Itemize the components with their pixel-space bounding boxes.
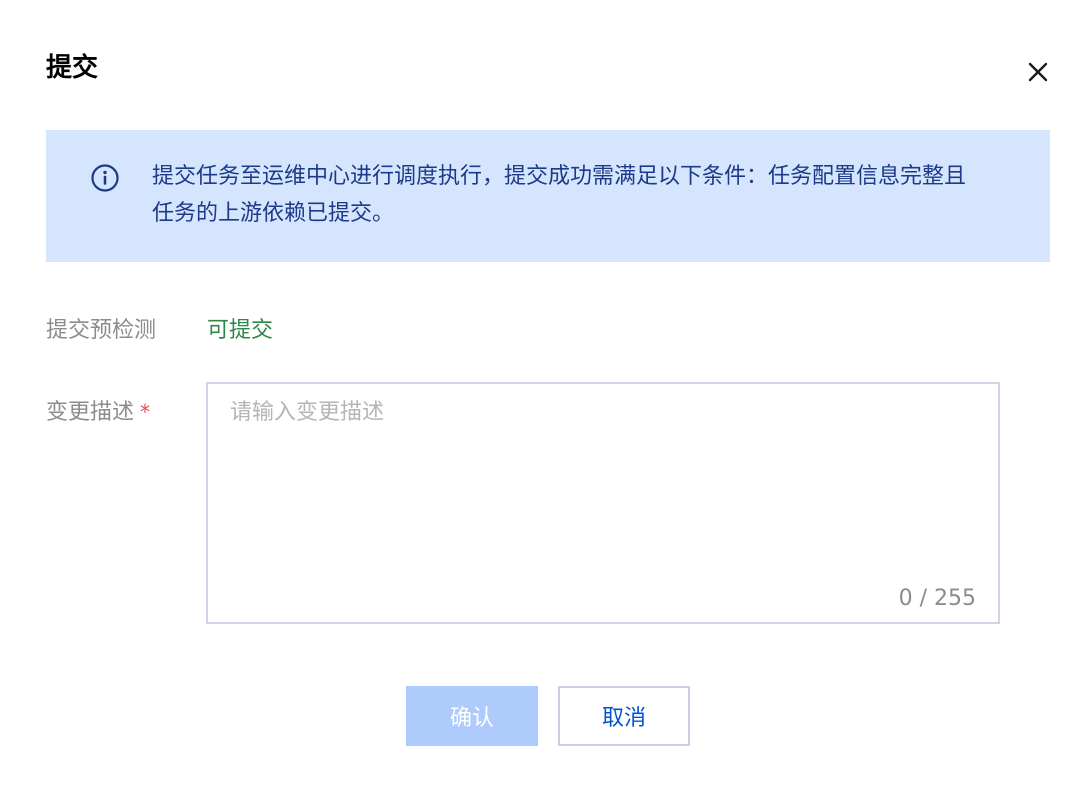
close-button[interactable] — [1022, 56, 1054, 88]
required-mark: * — [140, 400, 151, 424]
precheck-status: 可提交 — [207, 318, 274, 343]
description-label: 变更描述 * — [46, 397, 150, 428]
info-circle-icon — [91, 164, 119, 192]
precheck-label: 提交预检测 — [46, 318, 157, 343]
char-counter: 0 / 255 — [898, 586, 976, 611]
description-field: 0 / 255 — [206, 382, 1000, 624]
description-label-text: 变更描述 — [46, 400, 135, 425]
info-notice: 提交任务至运维中心进行调度执行，提交成功需满足以下条件：任务配置信息完整且任务的… — [46, 130, 1050, 262]
cancel-button[interactable]: 取消 — [558, 686, 690, 746]
submit-dialog: 提交 提交任务至运维中心进行调度执行，提交成功需满足以下条件：任务配置信息完整且… — [0, 0, 1092, 788]
confirm-button[interactable]: 确认 — [406, 686, 538, 746]
close-icon — [1028, 62, 1048, 82]
notice-text: 提交任务至运维中心进行调度执行，提交成功需满足以下条件：任务配置信息完整且任务的… — [152, 164, 967, 226]
dialog-title: 提交 — [46, 53, 99, 83]
description-textarea[interactable] — [208, 384, 998, 622]
